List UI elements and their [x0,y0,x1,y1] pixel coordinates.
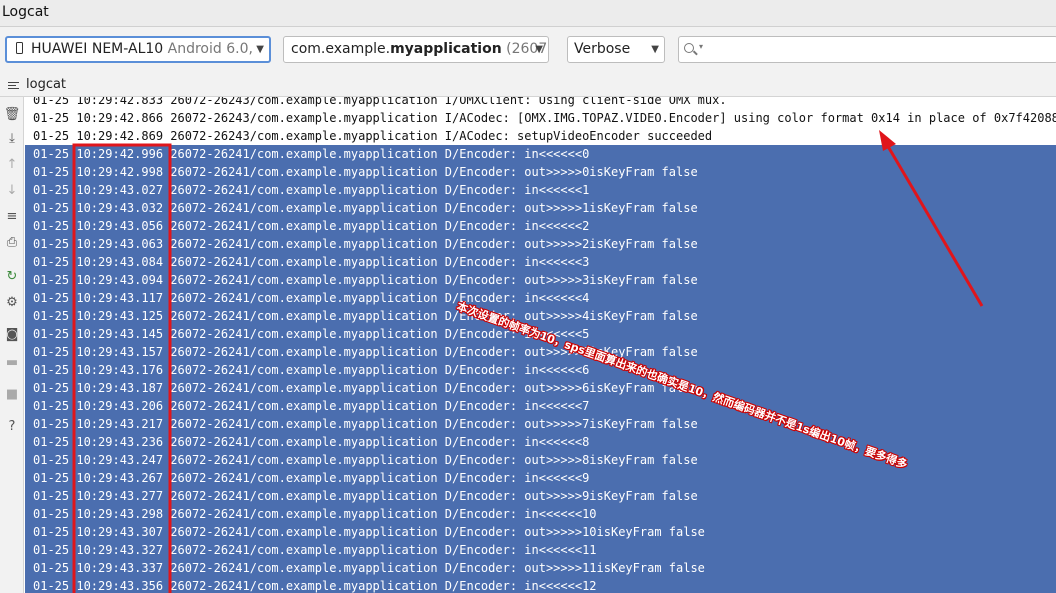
log-line[interactable]: 01-25 10:29:42.869 26072-26243/com.examp… [25,127,1056,145]
device-selector[interactable]: HUAWEI NEM-AL10 Android 6.0, ▼ [5,36,271,63]
search-box[interactable]: ▾ [678,36,1056,63]
arrow-up-icon[interactable]: ↑ [2,155,22,175]
log-line[interactable]: 01-25 10:29:42.833 26072-26243/com.examp… [25,97,1056,109]
video-icon[interactable]: ▬ [2,353,22,373]
arrow-down-icon[interactable]: ↓ [2,181,22,201]
chevron-down-icon: ▼ [651,44,659,55]
window-title: Logcat [2,4,49,20]
process-package-name: myapplication [390,41,502,57]
log-line[interactable]: 01-25 10:29:43.327 26072-26241/com.examp… [25,541,1056,559]
log-level-value: Verbose [574,41,631,57]
log-line[interactable]: 01-25 10:29:42.996 26072-26241/com.examp… [25,145,1056,163]
log-line[interactable]: 01-25 10:29:43.157 26072-26241/com.examp… [25,343,1056,361]
log-line[interactable]: 01-25 10:29:43.267 26072-26241/com.examp… [25,469,1056,487]
chevron-down-icon: ▼ [256,44,264,55]
device-android-version: Android 6.0, [167,41,253,57]
help-icon[interactable]: ? [2,417,22,437]
log-level-selector[interactable]: Verbose ▼ [567,36,665,63]
search-history-caret-icon[interactable]: ▾ [699,42,703,51]
log-line[interactable]: 01-25 10:29:43.125 26072-26241/com.examp… [25,307,1056,325]
log-line[interactable]: 01-25 10:29:43.298 26072-26241/com.examp… [25,505,1056,523]
log-line[interactable]: 01-25 10:29:43.063 26072-26241/com.examp… [25,235,1056,253]
log-line[interactable]: 01-25 10:29:43.027 26072-26241/com.examp… [25,181,1056,199]
phone-icon [16,42,23,54]
log-line[interactable]: 01-25 10:29:43.176 26072-26241/com.examp… [25,361,1056,379]
log-line[interactable]: 01-25 10:29:43.217 26072-26241/com.examp… [25,415,1056,433]
process-package-prefix: com.example. [291,41,391,57]
log-line[interactable]: 01-25 10:29:43.032 26072-26241/com.examp… [25,199,1056,217]
logcat-tab-bar: logcat [0,73,1056,97]
log-line[interactable]: 01-25 10:29:43.277 26072-26241/com.examp… [25,487,1056,505]
trash-icon[interactable]: 🗑 [2,105,22,125]
chevron-down-icon: ▼ [535,44,543,55]
log-line[interactable]: 01-25 10:29:43.084 26072-26241/com.examp… [25,253,1056,271]
device-name: HUAWEI NEM-AL10 [31,41,164,57]
tab-logcat[interactable]: logcat [26,77,66,92]
logcat-toolbar: HUAWEI NEM-AL10 Android 6.0, ▼ com.examp… [0,27,1056,73]
log-line[interactable]: 01-25 10:29:42.998 26072-26241/com.examp… [25,163,1056,181]
log-line[interactable]: 01-25 10:29:43.056 26072-26241/com.examp… [25,217,1056,235]
window-title-bar: Logcat [0,0,1056,27]
process-selector[interactable]: com.example.myapplication (2607 ▼ [283,36,549,63]
log-line[interactable]: 01-25 10:29:43.206 26072-26241/com.examp… [25,397,1056,415]
restart-icon[interactable]: ↻ [2,267,22,287]
log-line[interactable]: 01-25 10:29:43.117 26072-26241/com.examp… [25,289,1056,307]
log-line[interactable]: 01-25 10:29:43.236 26072-26241/com.examp… [25,433,1056,451]
log-line[interactable]: 01-25 10:29:43.094 26072-26241/com.examp… [25,271,1056,289]
log-line[interactable]: 01-25 10:29:43.307 26072-26241/com.examp… [25,523,1056,541]
menu-lines-icon [8,82,19,89]
log-line[interactable]: 01-25 10:29:43.337 26072-26241/com.examp… [25,559,1056,577]
logcat-side-toolbar: 🗑 ⤓ ↑ ↓ ≡ ⎙ ↻ ⚙ ◙ ▬ ■? [0,97,24,593]
log-output[interactable]: 01-25 10:29:42.833 26072-26243/com.examp… [25,97,1056,593]
settings-gear-icon[interactable]: ⚙ [2,293,22,313]
scroll-to-end-icon[interactable]: ⤓ [2,129,22,149]
log-line[interactable]: 01-25 10:29:43.356 26072-26241/com.examp… [25,577,1056,593]
camera-icon[interactable]: ◙ [2,325,22,345]
search-icon[interactable] [684,43,694,53]
log-line[interactable]: 01-25 10:29:42.866 26072-26243/com.examp… [25,109,1056,127]
search-input[interactable] [709,40,1049,59]
soft-wrap-icon[interactable]: ≡ [2,207,22,227]
stop-icon[interactable]: ■ [2,385,22,405]
print-icon[interactable]: ⎙ [2,233,22,253]
log-line[interactable]: 01-25 10:29:43.187 26072-26241/com.examp… [25,379,1056,397]
